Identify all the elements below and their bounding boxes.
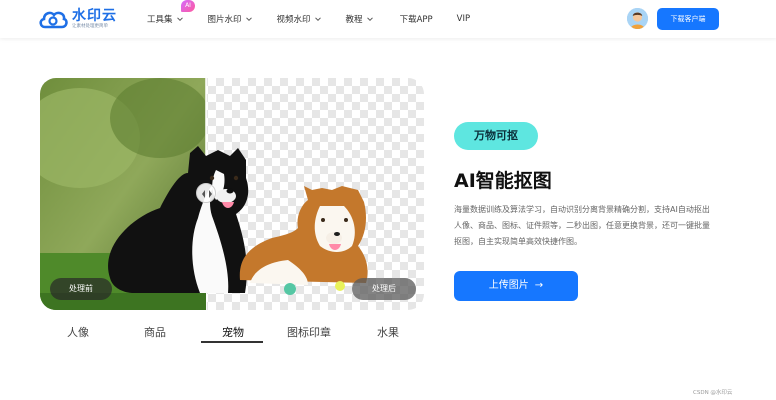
nav-item-video-watermark[interactable]: 视频水印	[277, 13, 322, 25]
ai-badge: AI	[181, 0, 195, 12]
upload-image-button[interactable]: 上传图片 →	[454, 271, 578, 301]
upload-button-label: 上传图片	[488, 280, 529, 291]
showcase-image	[40, 78, 424, 310]
nav-item-toolset[interactable]: 工具集 AI	[147, 0, 195, 25]
nav-item-label: 教程	[345, 15, 363, 25]
before-after-showcase[interactable]: 处理前 处理后	[40, 78, 424, 310]
arrow-right-icon: →	[534, 280, 544, 291]
chevron-down-icon	[176, 17, 183, 22]
active-tab-indicator	[201, 341, 263, 343]
nav-item-image-watermark[interactable]: 图片水印	[208, 13, 253, 25]
feature-pill: 万物可抠	[454, 122, 538, 150]
nav-item-vip[interactable]: VIP	[457, 14, 470, 24]
chevron-down-icon	[314, 17, 321, 22]
nav-item-label: 工具集	[147, 15, 173, 25]
logo[interactable]: 水印云 让素材处理更简单	[38, 8, 117, 30]
avatar-icon	[627, 8, 648, 29]
logo-name: 水印云	[72, 7, 117, 24]
user-avatar[interactable]	[627, 8, 648, 29]
after-label: 处理后	[352, 278, 416, 300]
nav-item-label: 视频水印	[276, 15, 311, 25]
split-slider-handle[interactable]	[196, 183, 216, 203]
main-nav: 工具集 AI 图片水印 视频水印 教程 下载APP VIP	[147, 0, 470, 38]
drag-handle-icon	[202, 190, 212, 198]
feature-description: 海量数据训练及算法学习，自动识别分离背景精确分割，支持AI自动抠出人像、商品、图…	[454, 205, 710, 246]
logo-slogan: 让素材处理更简单	[72, 23, 108, 29]
download-client-button[interactable]: 下载客户端	[657, 8, 719, 30]
feature-title: AI智能抠图	[454, 170, 552, 192]
tab-icon-stamp[interactable]: 图标印章	[280, 324, 338, 340]
nav-item-label: 图片水印	[207, 15, 242, 25]
before-label: 处理前	[50, 278, 112, 300]
nav-item-tutorial[interactable]: 教程	[346, 13, 374, 25]
tab-portrait[interactable]: 人像	[54, 324, 102, 340]
cloud-logo-icon	[38, 8, 68, 30]
nav-item-label: 下载APP	[399, 15, 433, 25]
tab-fruit[interactable]: 水果	[364, 324, 412, 340]
nav-item-label: VIP	[456, 14, 471, 24]
chevron-down-icon	[366, 17, 373, 22]
tab-pet[interactable]: 宠物	[209, 324, 257, 340]
nav-item-download-app[interactable]: 下载APP	[400, 13, 433, 25]
chevron-down-icon	[245, 17, 252, 22]
tab-product[interactable]: 商品	[131, 324, 179, 340]
csdn-watermark: CSDN @水印云	[693, 390, 733, 396]
top-navbar: 水印云 让素材处理更简单 工具集 AI 图片水印 视频水印 教程 下载APP V…	[0, 0, 776, 38]
